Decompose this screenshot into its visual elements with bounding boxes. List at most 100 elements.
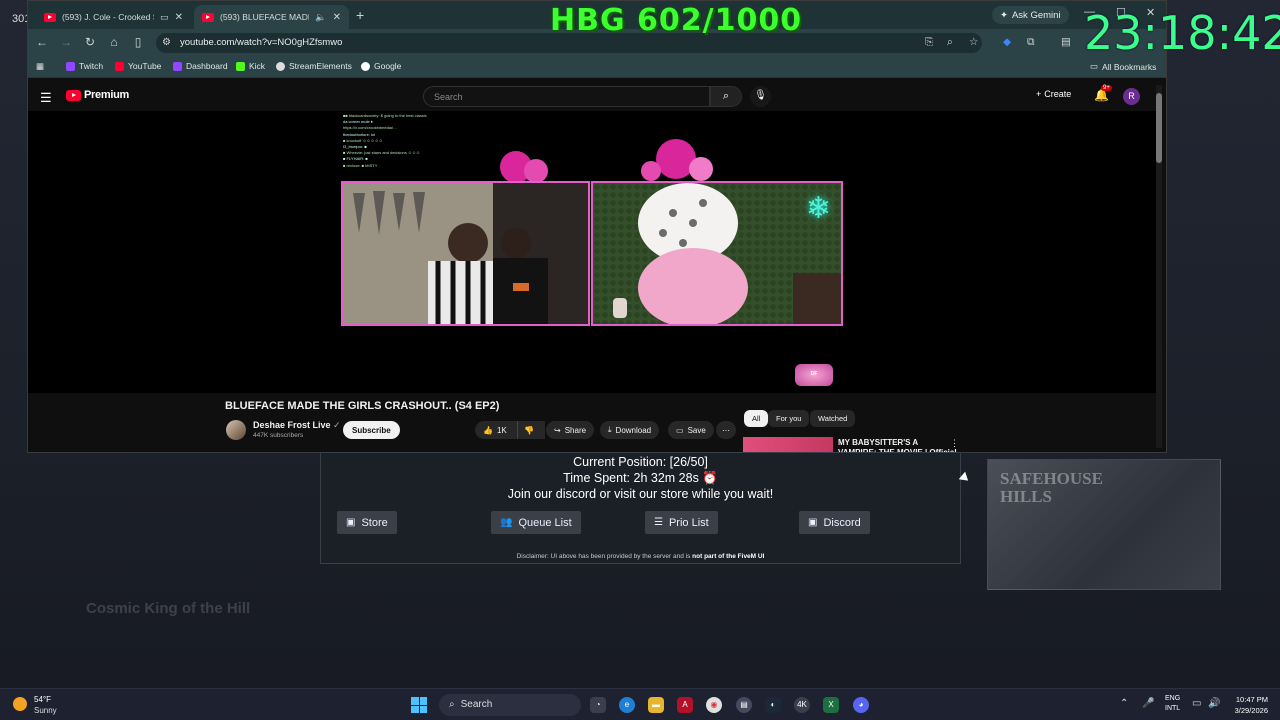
taskbar-search-input[interactable]: ⌕ Search: [439, 694, 581, 716]
chip-all[interactable]: All: [744, 410, 769, 427]
tab-blueface[interactable]: (593) BLUEFACE MADE THE... 🔈 ✕: [194, 5, 349, 29]
youtube-logo[interactable]: Premium: [66, 89, 129, 101]
tab-close-icon[interactable]: ✕: [175, 12, 183, 23]
page-scrollbar[interactable]: [1156, 85, 1162, 448]
queue-list-label: Queue List: [518, 516, 572, 529]
forward-icon[interactable]: →: [58, 35, 74, 49]
video-panel-right: ❄: [591, 181, 843, 326]
edge-app-icon[interactable]: e: [619, 697, 635, 713]
channel-name[interactable]: Deshae Frost Live ✓: [253, 420, 341, 431]
obs-app-icon[interactable]: ▤: [736, 697, 752, 713]
weather-desc[interactable]: Sunny: [34, 706, 57, 715]
discord-button[interactable]: ▣ Discord: [799, 511, 870, 534]
prio-list-button[interactable]: ☰ Prio List: [645, 511, 718, 534]
twitch-icon: [66, 61, 75, 71]
bookmark-kick[interactable]: Kick: [236, 61, 265, 71]
discord-app-icon[interactable]: ◕: [853, 697, 869, 713]
4k-app-icon[interactable]: 4K: [794, 697, 810, 713]
bookmark-dashboard[interactable]: Dashboard: [173, 61, 228, 71]
windows-start-icon[interactable]: [411, 697, 427, 713]
share-button[interactable]: ↪ Share: [546, 421, 595, 439]
plus-icon: +: [1036, 89, 1042, 99]
zoom-icon[interactable]: ⌕: [947, 36, 953, 49]
tab-mute-icon[interactable]: ▭: [160, 12, 169, 23]
save-button[interactable]: ▭ Save: [668, 421, 714, 439]
save-icon: ▭: [676, 425, 684, 435]
tab-close-icon[interactable]: ✕: [333, 12, 341, 23]
reload-icon[interactable]: ↻: [82, 35, 98, 49]
channel-watermark-logo[interactable]: DF: [795, 364, 833, 386]
pink-flowers-decoration: [500, 139, 713, 183]
sun-weather-icon[interactable]: [13, 697, 27, 711]
home-icon[interactable]: ⌂: [106, 35, 122, 49]
lang-top: ENG: [1165, 695, 1181, 702]
bookmarks-bar: ▦ Twitch YouTube Dashboard Kick StreamEl…: [28, 57, 1166, 78]
system-clock[interactable]: 10:47 PM 3/29/2026: [1224, 694, 1268, 717]
notifications-bell-icon[interactable]: 🔔 9+: [1094, 85, 1112, 102]
ask-gemini-button[interactable]: ✦ Ask Gemini: [992, 6, 1069, 24]
thumbs-down-icon: 👎: [524, 425, 534, 435]
apps-grid-icon[interactable]: ▦: [36, 61, 44, 72]
bookmark-youtube[interactable]: YouTube: [115, 61, 161, 71]
youtube-search-input[interactable]: Search: [423, 86, 710, 107]
all-bookmarks[interactable]: ▭ All Bookmarks: [1090, 61, 1156, 72]
bookmark-streamelements[interactable]: StreamElements: [276, 61, 352, 71]
store-button[interactable]: ▣ Store: [337, 511, 397, 534]
extensions-puzzle-icon[interactable]: ⧉: [1027, 36, 1035, 49]
side-panel-icon[interactable]: ▯: [130, 35, 146, 49]
chip-watched[interactable]: Watched: [810, 410, 856, 427]
volume-icon[interactable]: 🔊: [1208, 698, 1220, 709]
video-player[interactable]: ■■ blackcardsociety: $ going to the best…: [28, 111, 1158, 393]
file-explorer-icon[interactable]: ▬: [648, 697, 664, 713]
scrollbar-thumb[interactable]: [1156, 93, 1162, 163]
more-actions-button[interactable]: ⋯: [716, 421, 736, 439]
tab-jcole[interactable]: (593) J. Cole - Crooked Sm... ▭ ✕: [36, 5, 191, 29]
chip-for-you[interactable]: For you: [768, 410, 810, 427]
microphone-tray-icon[interactable]: 🎤: [1142, 698, 1154, 709]
account-avatar[interactable]: R: [1123, 88, 1140, 105]
bookmark-star-icon[interactable]: ☆: [969, 36, 978, 48]
install-app-icon[interactable]: ⎘: [925, 36, 933, 49]
windows-taskbar: 54°F Sunny ⌕ Search ◔ e ▬ A ◉ ▤ ◐ 4K X ◕…: [0, 688, 1280, 720]
audio-playing-icon[interactable]: 🔈: [315, 12, 326, 23]
recommended-more-icon[interactable]: ⋮: [950, 438, 959, 449]
logo-text: Premium: [84, 89, 129, 101]
recommended-thumbnail[interactable]: [743, 437, 833, 452]
chrome-app-icon[interactable]: ◉: [706, 697, 722, 713]
new-tab-button[interactable]: +: [356, 7, 364, 23]
adobe-app-icon[interactable]: A: [677, 697, 693, 713]
snowflake-icon: ❄: [805, 192, 831, 225]
ask-gemini-label: Ask Gemini: [1011, 9, 1061, 21]
discord-icon: ▣: [808, 517, 818, 528]
taskbar-search-label: Search: [460, 699, 493, 710]
queue-list-button[interactable]: 👥 Queue List: [491, 511, 581, 534]
site-info-icon[interactable]: ⚙: [162, 37, 171, 48]
bookmark-twitch[interactable]: Twitch: [66, 61, 103, 71]
dislike-button[interactable]: 👎: [517, 421, 541, 439]
excel-app-icon[interactable]: X: [823, 697, 839, 713]
bookmark-label: StreamElements: [289, 61, 352, 71]
back-icon[interactable]: ←: [34, 35, 50, 49]
widgets-app-icon[interactable]: ◔: [590, 697, 606, 713]
dashboard-icon: [173, 61, 182, 71]
queue-position: Current Position: [26/50]: [573, 455, 708, 469]
download-button[interactable]: ⤓ Download: [600, 421, 660, 439]
show-hidden-icons[interactable]: ⌃: [1120, 698, 1128, 709]
google-icon: [361, 61, 370, 71]
bookmark-google[interactable]: Google: [361, 61, 401, 71]
microphone-icon[interactable]: 🎙: [750, 86, 771, 107]
extension-bitwarden-icon[interactable]: ◆: [1003, 36, 1011, 48]
steam-app-icon[interactable]: ◐: [765, 697, 781, 713]
channel-avatar[interactable]: [226, 420, 246, 440]
recommended-title[interactable]: MY BABYSITTER'S A VAMPIRE: THE MOVIE | O…: [838, 438, 958, 452]
save-label: Save: [687, 425, 706, 435]
system-time: 10:47 PM: [1235, 695, 1268, 704]
display-icon[interactable]: ▭: [1192, 698, 1201, 709]
language-indicator[interactable]: ENG INTL: [1165, 694, 1180, 714]
weather-temp[interactable]: 54°F: [34, 695, 51, 704]
sidebar-toggle-icon[interactable]: ▤: [1061, 36, 1071, 48]
create-button[interactable]: + Create: [1036, 89, 1071, 99]
menu-icon[interactable]: ☰: [40, 90, 52, 106]
search-icon[interactable]: ⌕: [710, 86, 742, 107]
subscribe-button[interactable]: Subscribe: [343, 421, 400, 439]
